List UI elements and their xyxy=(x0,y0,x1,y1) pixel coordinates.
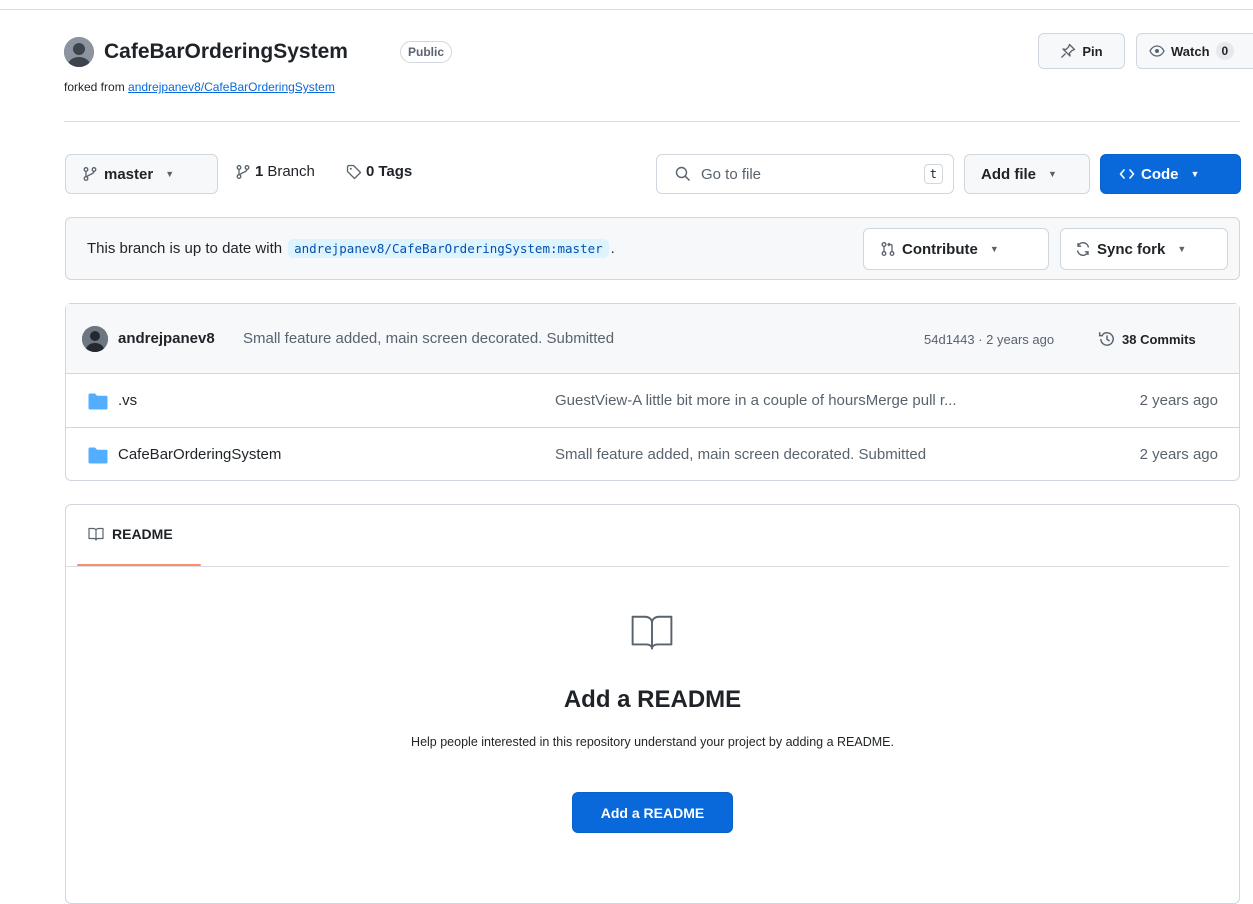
upstream-ref-link[interactable]: andrejpanev8/CafeBarOrderingSystem:maste… xyxy=(288,239,609,258)
add-file-label: Add file xyxy=(981,165,1036,183)
contribute-button[interactable]: Contribute ▼ xyxy=(863,228,1049,270)
pin-button[interactable]: Pin xyxy=(1038,33,1125,69)
sync-fork-label: Sync fork xyxy=(1097,240,1166,258)
watch-button[interactable]: Watch 0 xyxy=(1136,33,1253,69)
file-name-link[interactable]: .vs xyxy=(118,392,137,409)
pin-label: Pin xyxy=(1082,43,1103,59)
eye-icon xyxy=(1149,43,1165,59)
header-divider xyxy=(64,121,1240,122)
book-icon xyxy=(88,526,104,542)
readme-tab[interactable]: README xyxy=(88,526,173,542)
readme-tab-label: README xyxy=(112,526,173,542)
owner-avatar[interactable] xyxy=(64,37,94,67)
file-commit-message-link[interactable]: GuestView-A little bit more in a couple … xyxy=(555,392,957,409)
folder-icon xyxy=(88,447,108,464)
commit-author-link[interactable]: andrejpanev8 xyxy=(118,330,215,347)
top-nav-border xyxy=(0,0,1253,10)
chevron-down-icon: ▼ xyxy=(1190,169,1200,179)
code-label: Code xyxy=(1141,165,1179,183)
tag-icon xyxy=(346,164,362,180)
branches-label: Branch xyxy=(267,163,315,180)
file-name-link[interactable]: CafeBarOrderingSystem xyxy=(118,446,281,463)
branch-select-button[interactable]: master ▼ xyxy=(65,154,218,194)
file-commit-message-link[interactable]: Small feature added, main screen decorat… xyxy=(555,446,926,463)
go-to-file-input[interactable]: Go to file t xyxy=(656,154,954,194)
tags-label: Tags xyxy=(378,163,413,180)
branch-name: master xyxy=(104,165,154,183)
commits-history-link[interactable]: 38 Commits xyxy=(1098,330,1196,348)
add-file-button[interactable]: Add file ▼ xyxy=(964,154,1090,194)
branch-icon xyxy=(82,166,98,182)
pin-icon xyxy=(1060,43,1076,59)
forked-from: forked from andrejpanev8/CafeBarOrdering… xyxy=(64,80,335,94)
go-to-file-placeholder: Go to file xyxy=(701,165,762,183)
tags-count: 0 xyxy=(366,163,375,180)
sync-icon xyxy=(1075,241,1091,257)
chevron-down-icon: ▼ xyxy=(989,244,999,254)
status-suffix: . xyxy=(610,240,615,257)
readme-divider xyxy=(66,566,1229,567)
code-button[interactable]: Code ▼ xyxy=(1100,154,1241,194)
file-commit-time: 2 years ago xyxy=(1139,392,1218,409)
repo-name-link[interactable]: CafeBarOrderingSystem xyxy=(104,37,348,67)
forked-source-link[interactable]: andrejpanev8/CafeBarOrderingSystem xyxy=(128,80,335,94)
shortcut-hint: t xyxy=(923,164,943,184)
visibility-badge: Public xyxy=(400,41,453,63)
add-readme-description: Help people interested in this repositor… xyxy=(411,735,894,749)
commits-count-label: 38 Commits xyxy=(1122,331,1196,347)
history-icon xyxy=(1098,330,1116,348)
chevron-down-icon: ▼ xyxy=(165,169,175,179)
commit-message-link[interactable]: Small feature added, main screen decorat… xyxy=(243,330,614,347)
file-row[interactable]: .vs GuestView-A little bit more in a cou… xyxy=(66,375,1239,428)
book-icon xyxy=(629,614,675,650)
commit-hash-time[interactable]: 54d1443 · 2 years ago xyxy=(924,332,1054,347)
pull-request-icon xyxy=(880,241,896,257)
tags-link[interactable]: 0 Tags xyxy=(346,163,412,180)
add-readme-button[interactable]: Add a README xyxy=(572,792,733,833)
sync-fork-button[interactable]: Sync fork ▼ xyxy=(1060,228,1228,270)
latest-commit-row xyxy=(66,304,1239,374)
folder-icon xyxy=(88,393,108,410)
search-icon xyxy=(675,166,691,182)
chevron-down-icon: ▼ xyxy=(1177,244,1187,254)
branch-icon xyxy=(235,164,251,180)
chevron-down-icon: ▼ xyxy=(1048,169,1057,179)
watch-label: Watch xyxy=(1171,43,1210,59)
contribute-label: Contribute xyxy=(902,240,978,258)
code-icon xyxy=(1119,166,1135,182)
branch-status-text: This branch is up to date with andrejpan… xyxy=(87,239,615,258)
active-tab-underline xyxy=(77,564,201,566)
add-readme-heading: Add a README xyxy=(563,686,742,713)
status-prefix: This branch is up to date with xyxy=(87,240,283,257)
file-commit-time: 2 years ago xyxy=(1139,446,1218,463)
branches-link[interactable]: 1 Branch xyxy=(235,163,315,180)
watch-count: 0 xyxy=(1215,42,1235,60)
file-row[interactable]: CafeBarOrderingSystem Small feature adde… xyxy=(66,429,1239,482)
branches-count: 1 xyxy=(255,163,264,180)
forked-prefix: forked from xyxy=(64,80,125,94)
commit-author-avatar[interactable] xyxy=(82,326,108,352)
